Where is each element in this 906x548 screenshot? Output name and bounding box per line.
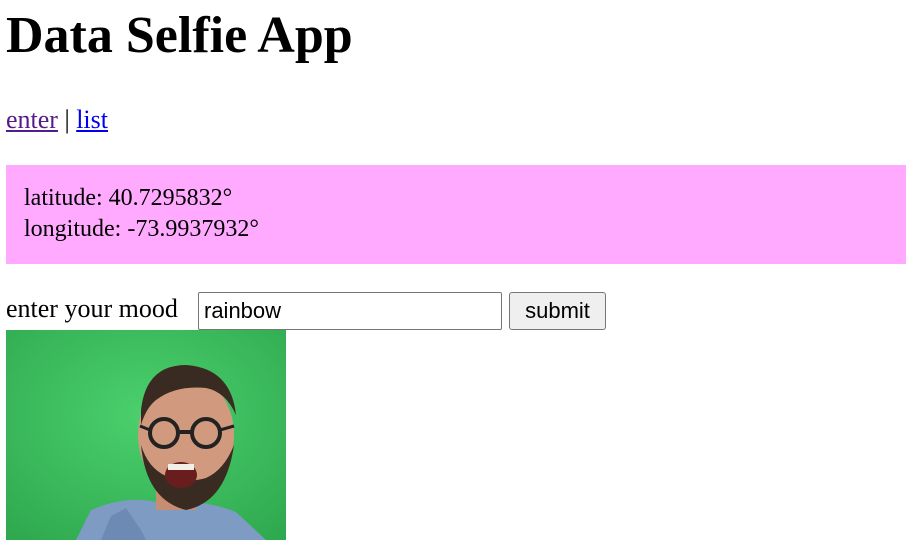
latitude-line: latitude: 40.7295832° xyxy=(24,183,888,214)
nav-link-enter[interactable]: enter xyxy=(6,105,58,134)
submit-button[interactable]: submit xyxy=(509,292,606,330)
longitude-label: longitude: xyxy=(24,216,122,242)
longitude-line: longitude: -73.9937932° xyxy=(24,214,888,245)
latitude-label: latitude: xyxy=(24,185,103,211)
nav-separator: | xyxy=(64,105,70,134)
nav-link-list[interactable]: list xyxy=(76,105,108,134)
geolocation-panel: latitude: 40.7295832° longitude: -73.993… xyxy=(6,165,906,264)
selfie-image xyxy=(6,330,286,540)
latitude-degree-symbol: ° xyxy=(222,185,233,211)
longitude-value: -73.9937932 xyxy=(127,216,250,242)
page-title: Data Selfie App xyxy=(6,7,353,64)
nav-bar: enter | list xyxy=(6,104,108,136)
mood-input[interactable] xyxy=(198,292,502,330)
longitude-degree-symbol: ° xyxy=(249,216,259,242)
mood-label: enter your mood xyxy=(6,294,178,323)
webcam-video xyxy=(6,330,286,540)
latitude-value: 40.7295832 xyxy=(108,185,223,211)
